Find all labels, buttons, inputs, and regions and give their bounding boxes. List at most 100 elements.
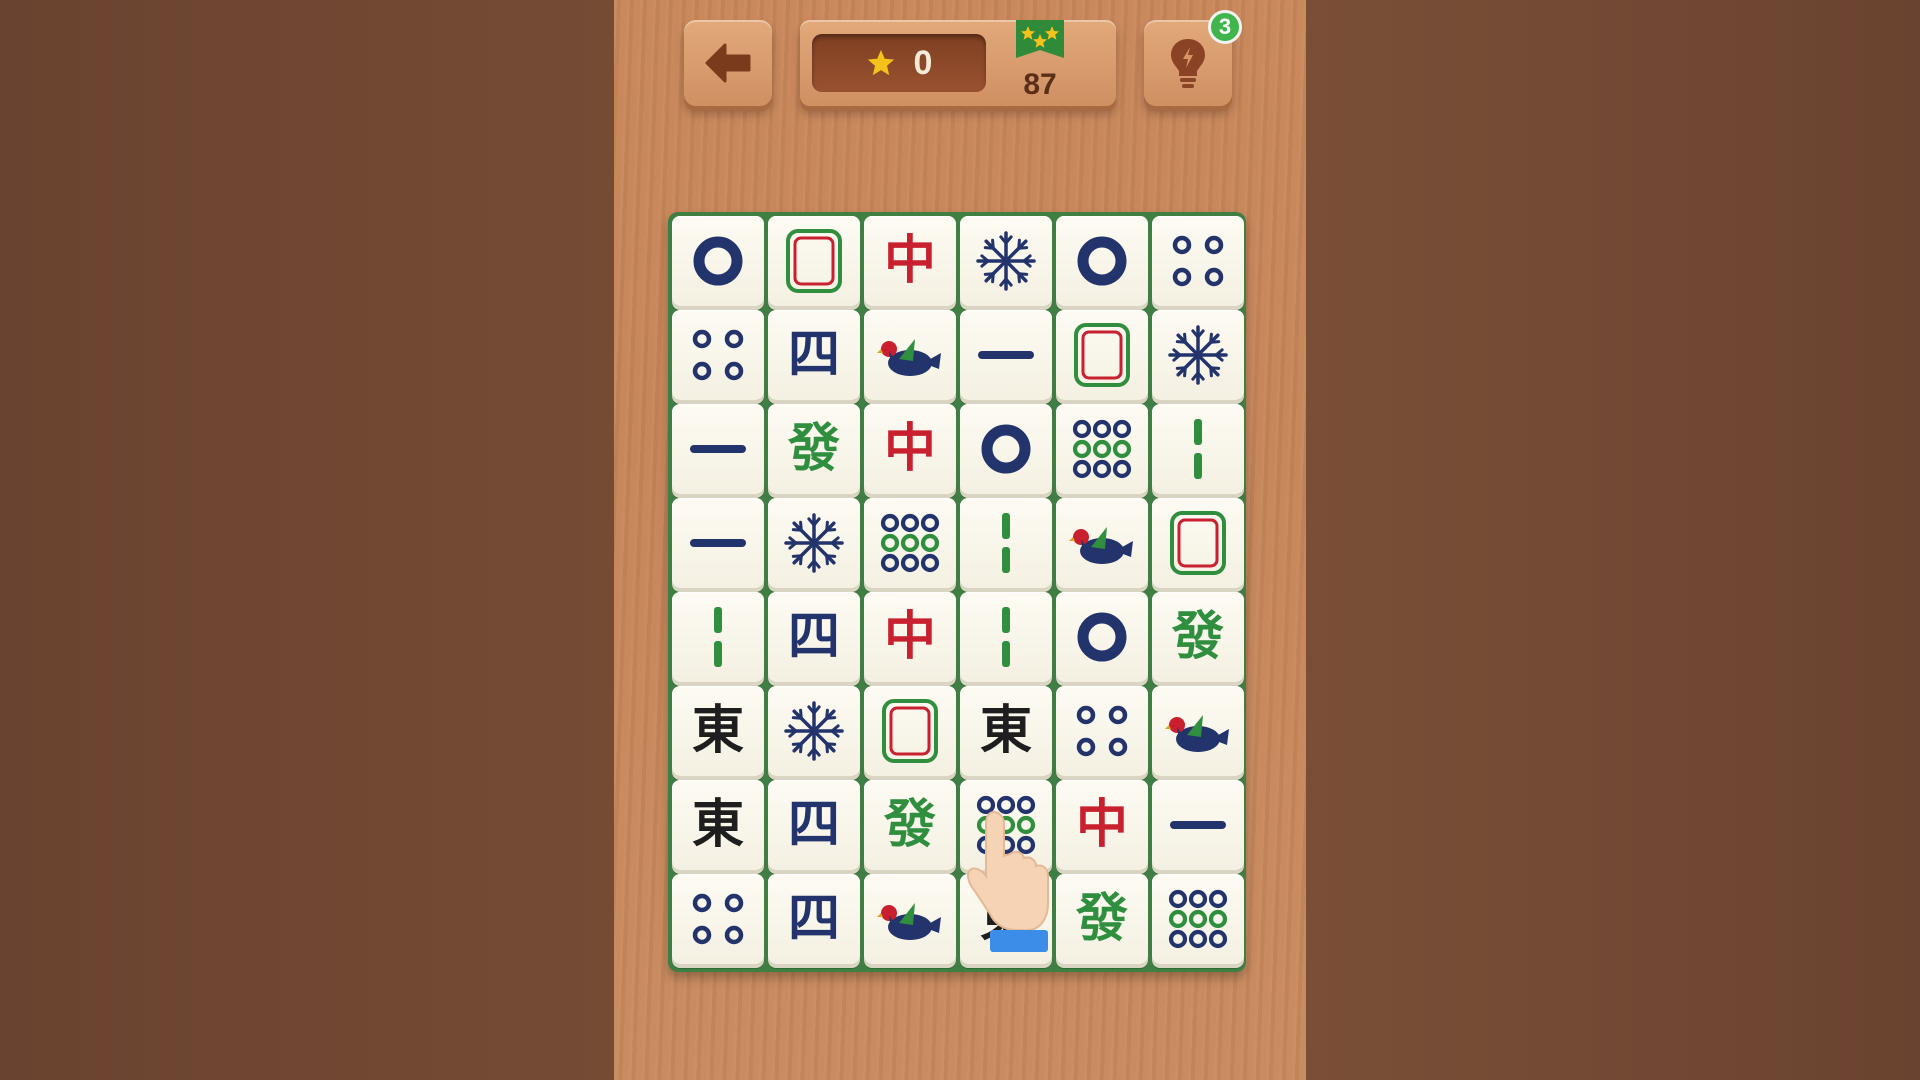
star-score-box: 0 [812, 34, 986, 92]
bamboo-2-icon [1191, 417, 1205, 481]
dot-4-icon [1072, 701, 1132, 761]
white-dragon-icon [879, 696, 941, 766]
dot-9-icon [975, 794, 1037, 856]
dot-4-icon [1168, 231, 1228, 291]
tile-bird[interactable] [1056, 498, 1148, 588]
tile-white-dragon[interactable] [864, 686, 956, 776]
right-background [1306, 0, 1920, 1080]
tile-one[interactable] [672, 404, 764, 494]
tile-dot-4[interactable] [672, 874, 764, 964]
tile-green-dragon[interactable]: 發 [1056, 874, 1148, 964]
tile-four[interactable]: 四 [768, 310, 860, 400]
bamboo-2-icon [711, 605, 725, 669]
tile-snowflake[interactable] [768, 686, 860, 776]
tile-east[interactable]: 東 [672, 780, 764, 870]
bamboo-2-icon [999, 605, 1013, 669]
tile-red-dragon[interactable]: 中 [864, 404, 956, 494]
dot-9-icon [879, 512, 941, 574]
tile-bird[interactable] [864, 310, 956, 400]
tile-dot-4[interactable] [1152, 216, 1244, 306]
tile-glyph: 四 [787, 325, 840, 385]
tile-snowflake[interactable] [960, 216, 1052, 306]
dot-4-icon [688, 889, 748, 949]
game-screen: 0 87 3 中四發中四中發東東東四發中四東發 [614, 0, 1306, 1080]
tile-green-dragon[interactable]: 發 [864, 780, 956, 870]
tile-green-dragon[interactable]: 發 [1152, 592, 1244, 682]
dot-1-icon [1072, 607, 1132, 667]
tile-green-dragon[interactable]: 發 [768, 404, 860, 494]
tile-red-dragon[interactable]: 中 [864, 592, 956, 682]
tile-dot-1[interactable] [672, 216, 764, 306]
dot-1-icon [688, 231, 748, 291]
tile-bamboo-2[interactable] [1152, 404, 1244, 494]
tile-white-dragon[interactable] [1152, 498, 1244, 588]
tile-glyph: 東 [691, 701, 744, 761]
tile-dot-4[interactable] [1056, 686, 1148, 776]
hint-count-badge: 3 [1208, 10, 1242, 44]
tile-glyph: 東 [979, 701, 1032, 761]
tile-glyph: 東 [691, 795, 744, 855]
tile-east[interactable]: 東 [960, 874, 1052, 964]
bird-icon [877, 329, 943, 381]
dot-9-icon [1167, 888, 1229, 950]
back-button[interactable] [684, 20, 772, 106]
white-dragon-icon [1071, 320, 1133, 390]
dot-1-icon [976, 419, 1036, 479]
tile-east[interactable]: 東 [960, 686, 1052, 776]
score-value: 0 [913, 43, 933, 82]
tile-glyph: 東 [979, 889, 1032, 949]
tile-dot-9[interactable] [864, 498, 956, 588]
tile-one[interactable] [672, 498, 764, 588]
tile-red-dragon[interactable]: 中 [864, 216, 956, 306]
tile-board: 中四發中四中發東東東四發中四東發 [668, 212, 1246, 972]
tile-glyph: 中 [883, 607, 936, 667]
tile-red-dragon[interactable]: 中 [1056, 780, 1148, 870]
tile-glyph: 中 [1075, 795, 1128, 855]
bird-icon [877, 893, 943, 945]
tile-dot-4[interactable] [672, 310, 764, 400]
dot-4-icon [688, 325, 748, 385]
snowflake-icon [974, 229, 1038, 293]
tile-dot-1[interactable] [960, 404, 1052, 494]
tile-four[interactable]: 四 [768, 592, 860, 682]
tile-glyph: 中 [883, 419, 936, 479]
snowflake-icon [782, 511, 846, 575]
one-icon [976, 348, 1036, 362]
arrow-left-icon [705, 43, 751, 83]
dot-1-icon [1072, 231, 1132, 291]
tile-bamboo-2[interactable] [960, 498, 1052, 588]
tile-glyph: 中 [883, 231, 936, 291]
tile-white-dragon[interactable] [1056, 310, 1148, 400]
tile-white-dragon[interactable] [768, 216, 860, 306]
three-star-flag-icon [1016, 20, 1064, 58]
tile-snowflake[interactable] [768, 498, 860, 588]
tile-bamboo-2[interactable] [672, 592, 764, 682]
tile-glyph: 發 [1075, 889, 1128, 949]
tile-glyph: 四 [787, 889, 840, 949]
one-icon [688, 442, 748, 456]
target-value: 87 [1023, 68, 1057, 101]
tile-bird[interactable] [864, 874, 956, 964]
white-dragon-icon [783, 226, 845, 296]
tile-dot-9[interactable] [1056, 404, 1148, 494]
score-panel: 0 87 [800, 20, 1116, 106]
tile-snowflake[interactable] [1152, 310, 1244, 400]
star-icon [867, 49, 894, 76]
tile-one[interactable] [1152, 780, 1244, 870]
tile-glyph: 四 [787, 795, 840, 855]
tile-four[interactable]: 四 [768, 780, 860, 870]
tile-one[interactable] [960, 310, 1052, 400]
tile-bamboo-2[interactable] [960, 592, 1052, 682]
lightbulb-icon [1171, 39, 1205, 88]
tile-dot-9[interactable] [1152, 874, 1244, 964]
tile-dot-1[interactable] [1056, 592, 1148, 682]
hint-button[interactable]: 3 [1144, 10, 1242, 106]
tile-four[interactable]: 四 [768, 874, 860, 964]
tile-glyph: 發 [1171, 607, 1224, 667]
tile-glyph: 發 [787, 419, 840, 479]
tile-glyph: 四 [787, 607, 840, 667]
tile-dot-1[interactable] [1056, 216, 1148, 306]
tile-east[interactable]: 東 [672, 686, 764, 776]
tile-dot-9[interactable] [960, 780, 1052, 870]
tile-bird[interactable] [1152, 686, 1244, 776]
